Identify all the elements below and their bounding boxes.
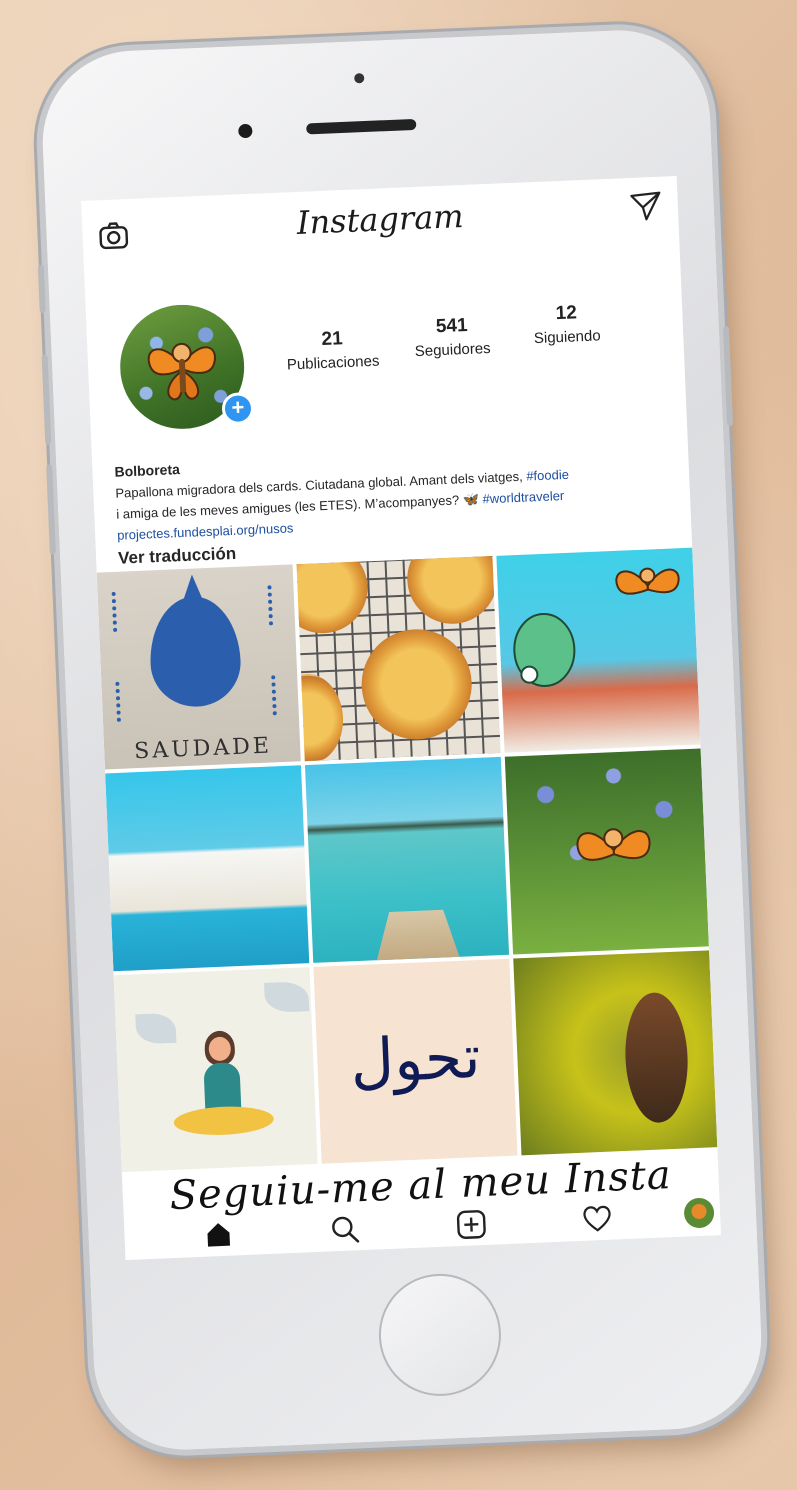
hashtag-worldtraveler[interactable]: #worldtraveler xyxy=(482,488,564,506)
volume-up-button xyxy=(41,354,52,445)
heart-icon[interactable] xyxy=(582,1204,613,1238)
post-butterflies-sky[interactable] xyxy=(496,547,701,754)
stat-posts-label: Publicaciones xyxy=(286,352,380,374)
stat-followers-label: Seguidores xyxy=(414,339,491,361)
home-button[interactable] xyxy=(376,1271,504,1399)
front-camera xyxy=(238,123,253,139)
search-icon[interactable] xyxy=(330,1214,361,1250)
background: Instagram + 21 Publicaciones 541 Seguido… xyxy=(0,0,797,1490)
hashtag-foodie[interactable]: #foodie xyxy=(526,467,569,484)
water-drop-illustration xyxy=(147,594,243,709)
stat-following[interactable]: 12 Siguiendo xyxy=(516,301,618,348)
butterfly-icon xyxy=(615,567,680,595)
pastry xyxy=(296,672,345,762)
butterfly-icon xyxy=(576,828,651,862)
decoration-wave xyxy=(271,674,285,716)
stat-posts[interactable]: 21 Publicaciones xyxy=(277,326,389,374)
post-butterfly-meadow[interactable] xyxy=(504,748,709,955)
stat-posts-count: 21 xyxy=(321,328,344,351)
dragon-icon xyxy=(513,612,576,687)
instagram-logo: Instagram xyxy=(296,196,465,242)
post-yoga[interactable] xyxy=(113,966,318,1173)
post-chrysalis[interactable] xyxy=(513,949,718,1156)
post-pastries[interactable] xyxy=(296,556,501,762)
phone-frame: Instagram + 21 Publicaciones 541 Seguido… xyxy=(37,26,766,1454)
yoga-figure-legs xyxy=(173,1104,275,1137)
direct-message-icon[interactable] xyxy=(629,191,662,227)
decoration-wave xyxy=(115,681,129,722)
post-grid: SAUDADE تحول xyxy=(96,547,718,1173)
yoga-figure-body xyxy=(203,1061,242,1114)
add-post-icon[interactable] xyxy=(456,1209,487,1245)
app-header: Instagram xyxy=(81,176,679,271)
butterfly-emoji: 🦋 xyxy=(462,491,480,508)
add-story-button[interactable]: + xyxy=(221,391,255,426)
decoration-wave xyxy=(267,584,282,626)
mute-switch xyxy=(37,264,46,313)
home-icon[interactable] xyxy=(204,1220,233,1254)
profile-bio: Bolboreta Papallona migradora dels cards… xyxy=(114,438,678,568)
post-arabic-word[interactable]: تحول xyxy=(313,958,518,1164)
leaf-decoration xyxy=(135,1012,177,1045)
proximity-sensor xyxy=(354,73,365,84)
leaf-decoration xyxy=(264,980,310,1013)
instagram-screen: Instagram + 21 Publicaciones 541 Seguido… xyxy=(81,176,722,1261)
profile-tab-avatar[interactable] xyxy=(683,1197,715,1229)
pastry xyxy=(296,556,370,636)
decoration-wave xyxy=(111,591,126,632)
arabic-text: تحول xyxy=(348,1021,482,1098)
wooden-dock xyxy=(371,909,463,963)
earpiece-speaker xyxy=(306,118,417,135)
stat-followers[interactable]: 541 Seguidores xyxy=(396,313,508,361)
post-seaside-town[interactable] xyxy=(105,765,310,971)
post-lagoon[interactable] xyxy=(304,757,510,963)
butterfly-icon xyxy=(147,342,216,401)
pastry xyxy=(359,627,474,742)
post-saudade[interactable]: SAUDADE xyxy=(96,564,301,770)
stat-following-count: 12 xyxy=(555,302,578,325)
power-button xyxy=(722,325,734,427)
saudade-text: SAUDADE xyxy=(133,733,273,765)
stat-followers-count: 541 xyxy=(435,314,468,338)
pastry xyxy=(405,556,500,626)
volume-down-button xyxy=(46,464,56,555)
stat-following-label: Siguiendo xyxy=(533,327,601,348)
chrysalis-illustration xyxy=(622,991,691,1124)
